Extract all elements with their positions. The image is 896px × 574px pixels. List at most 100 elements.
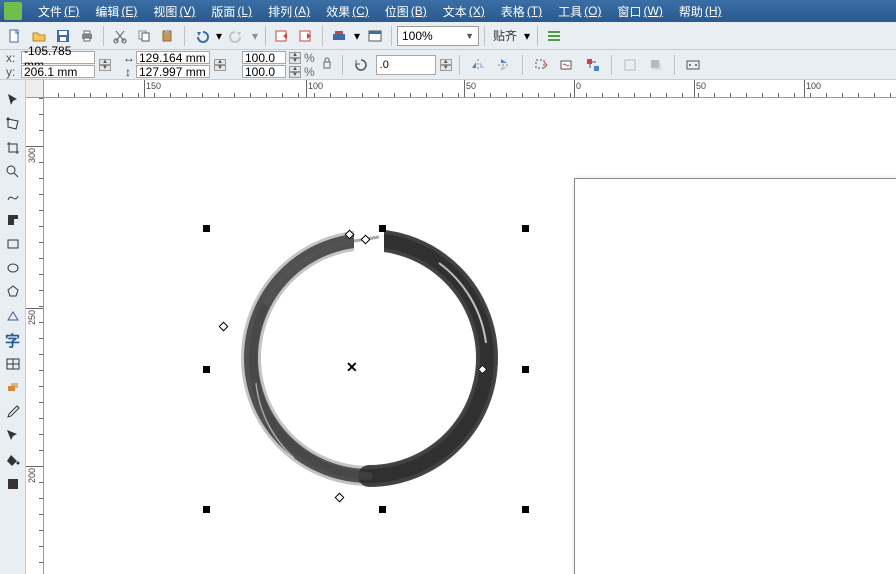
separator-icon — [265, 26, 266, 46]
convert-button[interactable] — [682, 54, 704, 76]
angle-spinner[interactable]: ▲▼ — [440, 59, 452, 71]
ruler-vertical[interactable]: 300250200150 — [26, 98, 44, 574]
brush-circle-object[interactable] — [234, 223, 504, 493]
import-button[interactable] — [271, 25, 293, 47]
fill-tool[interactable] — [3, 450, 23, 470]
rectangle-tool[interactable] — [3, 234, 23, 254]
separator-icon — [103, 26, 104, 46]
ruler-horizontal[interactable]: 15010050050100150 — [26, 80, 896, 98]
node-left[interactable] — [219, 322, 229, 332]
toolbox: 字 — [0, 80, 26, 574]
zoom-select[interactable]: 100%▼ — [397, 26, 479, 46]
freehand-tool[interactable] — [3, 186, 23, 206]
node-right[interactable] — [478, 365, 488, 375]
center-marker-icon: ✕ — [346, 359, 358, 376]
menu-bitmap[interactable]: 位图(B) — [377, 0, 435, 22]
x-input[interactable]: -105.785 mm — [21, 51, 95, 64]
pick-tool[interactable] — [3, 90, 23, 110]
size-spinner[interactable]: ▲▼ — [214, 59, 226, 71]
wrap-text-button[interactable] — [619, 54, 641, 76]
app-launcher-button[interactable] — [328, 25, 350, 47]
node-top-open[interactable] — [345, 230, 355, 240]
dimension-tool[interactable] — [3, 378, 23, 398]
trace-button[interactable] — [556, 54, 578, 76]
paste-button[interactable] — [157, 25, 179, 47]
canvas[interactable]: ✕ — [44, 98, 896, 574]
mirror-v-button[interactable] — [493, 54, 515, 76]
node-top[interactable] — [361, 235, 371, 245]
scale-y-spinner[interactable]: ▲▼ — [289, 66, 301, 78]
welcome-button[interactable] — [364, 25, 386, 47]
menu-view[interactable]: 视图(V) — [145, 0, 203, 22]
text-tool[interactable]: 字 — [3, 330, 23, 350]
options-button[interactable] — [543, 25, 565, 47]
position-spinner[interactable]: ▲▼ — [99, 59, 111, 71]
redo-drop-button[interactable]: ▾ — [250, 25, 260, 47]
menu-file[interactable]: 文件(F) — [30, 0, 87, 22]
mirror-h-button[interactable] — [467, 54, 489, 76]
scale-group: 100.0▲▼% 100.0▲▼% — [242, 51, 315, 78]
outline-tool[interactable] — [3, 426, 23, 446]
percent-label: % — [304, 65, 315, 79]
angle-input[interactable] — [376, 55, 436, 75]
eyedropper-tool[interactable] — [3, 402, 23, 422]
handle-ne[interactable] — [522, 225, 529, 232]
crop-tool[interactable] — [3, 138, 23, 158]
cut-button[interactable] — [109, 25, 131, 47]
handle-n[interactable] — [379, 225, 386, 232]
copy-button[interactable] — [133, 25, 155, 47]
app-logo-icon — [4, 2, 22, 20]
handle-s[interactable] — [379, 506, 386, 513]
handle-sw[interactable] — [203, 506, 210, 513]
polygon-tool[interactable] — [3, 282, 23, 302]
scale-x-input[interactable]: 100.0 — [242, 51, 286, 64]
handle-e[interactable] — [522, 366, 529, 373]
menu-edit[interactable]: 编辑(E) — [87, 0, 145, 22]
undo-button[interactable] — [190, 25, 212, 47]
node-bottom[interactable] — [335, 493, 345, 503]
menu-effects[interactable]: 效果(C) — [318, 0, 377, 22]
scale-x-spinner[interactable]: ▲▼ — [289, 52, 301, 64]
menu-window[interactable]: 窗口(W) — [609, 0, 670, 22]
standard-toolbar: ▾ ▾ ▾ 100%▼ 贴齐 ▾ — [0, 22, 896, 50]
new-button[interactable] — [4, 25, 26, 47]
scale-y-input[interactable]: 100.0 — [242, 65, 286, 78]
crop-button[interactable] — [530, 54, 552, 76]
handle-nw[interactable] — [203, 225, 210, 232]
size-group: ↔129.164 mm ↕127.997 mm — [123, 51, 210, 78]
redo-button[interactable] — [226, 25, 248, 47]
to-front-button[interactable] — [645, 54, 667, 76]
y-input[interactable]: 206.1 mm — [21, 65, 95, 78]
interactive-fill-tool[interactable] — [3, 474, 23, 494]
undo-drop-button[interactable]: ▾ — [214, 25, 224, 47]
snap-drop-button[interactable]: ▾ — [522, 25, 532, 47]
app-drop-button[interactable]: ▾ — [352, 25, 362, 47]
menu-table[interactable]: 表格(T) — [493, 0, 550, 22]
shape-tool[interactable] — [3, 114, 23, 134]
menu-layout[interactable]: 版面(L) — [203, 0, 260, 22]
export-button[interactable] — [295, 25, 317, 47]
handle-w[interactable] — [203, 366, 210, 373]
table-tool[interactable] — [3, 354, 23, 374]
menu-tools[interactable]: 工具(O) — [550, 0, 609, 22]
smart-fill-tool[interactable] — [3, 210, 23, 230]
width-input[interactable]: 129.164 mm — [136, 51, 210, 64]
lock-ratio-button[interactable] — [319, 52, 335, 78]
height-icon: ↕ — [123, 65, 133, 79]
menu-arrange[interactable]: 排列(A) — [260, 0, 318, 22]
ruler-origin[interactable] — [26, 80, 44, 98]
height-input[interactable]: 127.997 mm — [136, 65, 210, 78]
page-boundary — [574, 178, 896, 574]
zoom-tool[interactable] — [3, 162, 23, 182]
resample-button[interactable] — [582, 54, 604, 76]
basic-shapes-tool[interactable] — [3, 306, 23, 326]
snap-label: 贴齐 — [490, 27, 520, 44]
chevron-down-icon: ▼ — [465, 31, 474, 41]
handle-se[interactable] — [522, 506, 529, 513]
rotate-icon — [350, 54, 372, 76]
menu-text[interactable]: 文本(X) — [435, 0, 493, 22]
ellipse-tool[interactable] — [3, 258, 23, 278]
menu-help[interactable]: 帮助(H) — [671, 0, 730, 22]
x-label: x: — [6, 51, 18, 65]
main-area: 字 15010050050100150 300250200150 — [0, 80, 896, 574]
